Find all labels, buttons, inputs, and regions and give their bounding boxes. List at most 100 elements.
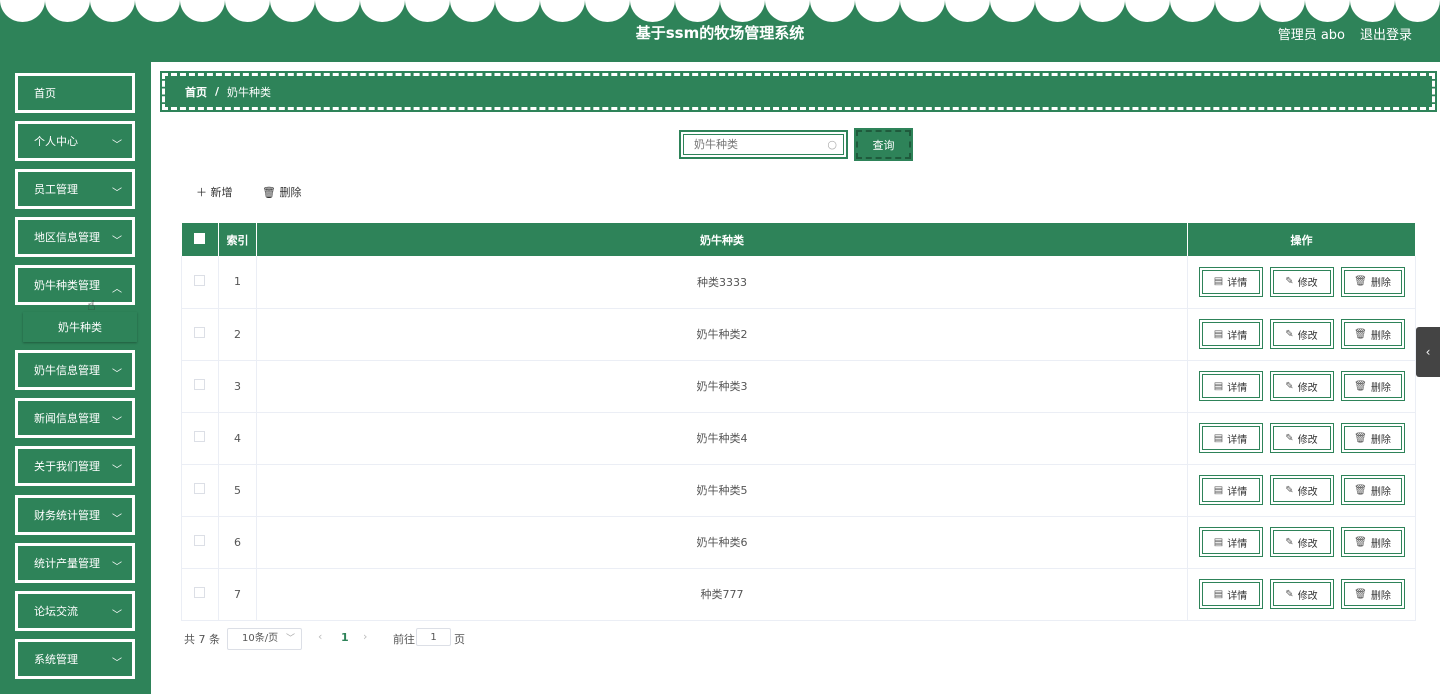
- scallop-shape: [180, 0, 225, 22]
- row-select-cell[interactable]: [181, 256, 219, 309]
- sidebar-item-home[interactable]: 首页: [15, 73, 135, 113]
- select-all-checkbox[interactable]: [194, 232, 206, 244]
- chevron-up-icon: ︿: [112, 284, 122, 295]
- edit-button[interactable]: ✎ 修改: [1269, 579, 1334, 609]
- edit-button[interactable]: ✎ 修改: [1269, 319, 1334, 349]
- add-button[interactable]: ＋ 新增: [196, 184, 233, 200]
- delete-button-inner: 🗑 删除: [1343, 530, 1402, 554]
- delete-button[interactable]: 🗑 删除: [1340, 579, 1405, 609]
- delete-button-inner: 🗑 删除: [1343, 269, 1402, 294]
- select-all-header[interactable]: [181, 223, 219, 256]
- edit-button[interactable]: ✎ 修改: [1269, 371, 1334, 401]
- sidebar-item-region[interactable]: 地区信息管理 ﹀: [15, 217, 135, 257]
- detail-button[interactable]: ▤ 详情: [1198, 423, 1263, 453]
- trash-icon: 🗑: [1354, 536, 1367, 548]
- scallop-shape: [540, 0, 585, 22]
- breadcrumb-current: 奶牛种类: [227, 85, 272, 99]
- detail-button[interactable]: ▤ 详情: [1198, 319, 1263, 349]
- delete-button[interactable]: 🗑 删除: [1340, 423, 1405, 453]
- sidebar-item-output[interactable]: 统计产量管理 ﹀: [15, 543, 135, 583]
- detail-button-inner: ▤ 详情: [1201, 426, 1260, 450]
- scallop-shape: [270, 0, 315, 22]
- detail-button[interactable]: ▤ 详情: [1198, 527, 1263, 557]
- edit-button[interactable]: ✎ 修改: [1269, 423, 1334, 453]
- scallop-shape: [990, 0, 1035, 22]
- delete-button[interactable]: 🗑 删除: [1340, 266, 1405, 297]
- row-checkbox[interactable]: [194, 431, 206, 442]
- sidebar-item-forum[interactable]: 论坛交流 ﹀: [15, 591, 135, 631]
- page-size-select[interactable]: 10条/页 ﹀: [227, 628, 302, 650]
- row-cow-type: 奶牛种类5: [256, 464, 1189, 517]
- edit-label: 修改: [1297, 278, 1318, 290]
- row-checkbox[interactable]: [194, 483, 206, 494]
- row-checkbox[interactable]: [194, 535, 206, 546]
- edit-button-inner: ✎ 修改: [1272, 269, 1331, 294]
- edit-button[interactable]: ✎ 修改: [1269, 527, 1334, 557]
- delete-button[interactable]: 🗑 删除: [1340, 371, 1405, 401]
- chevron-down-icon: ﹀: [112, 658, 122, 669]
- sidebar-subitem-cow-type[interactable]: 奶牛种类: [23, 312, 137, 342]
- row-select-cell[interactable]: [181, 568, 219, 621]
- row-action-group: ▤ 详情 ✎ 修改 🗑 删除: [1188, 579, 1415, 609]
- detail-button[interactable]: ▤ 详情: [1198, 371, 1263, 401]
- edit-pen-icon: ✎: [1285, 432, 1294, 444]
- edit-pen-icon: ✎: [1285, 328, 1294, 340]
- row-select-cell[interactable]: [181, 360, 219, 413]
- document-icon: ▤: [1213, 276, 1224, 288]
- scallop-shape: [630, 0, 675, 22]
- detail-button[interactable]: ▤ 详情: [1198, 266, 1263, 297]
- detail-button[interactable]: ▤ 详情: [1198, 475, 1263, 505]
- row-select-cell[interactable]: [181, 412, 219, 465]
- sidebar-item-staff[interactable]: 员工管理 ﹀: [15, 169, 135, 209]
- sidebar-item-cow-info[interactable]: 奶牛信息管理 ﹀: [15, 350, 135, 390]
- goto-page-input[interactable]: [416, 628, 451, 646]
- sidebar-item-label: 系统管理: [34, 653, 78, 666]
- detail-label: 详情: [1227, 486, 1248, 498]
- plus-icon: ＋: [196, 186, 211, 199]
- document-icon: ▤: [1213, 484, 1224, 496]
- edit-button[interactable]: ✎ 修改: [1269, 475, 1334, 505]
- sidebar-item-about[interactable]: 关于我们管理 ﹀: [15, 446, 135, 486]
- delete-button-inner: 🗑 删除: [1343, 322, 1402, 346]
- row-checkbox[interactable]: [194, 274, 206, 286]
- row-select-cell[interactable]: [181, 308, 219, 361]
- sidebar-item-finance[interactable]: 财务统计管理 ﹀: [15, 495, 135, 535]
- sidebar-item-personal-center[interactable]: 个人中心 ﹀: [15, 121, 135, 161]
- row-checkbox[interactable]: [194, 327, 206, 338]
- header-scallop-decoration: [0, 0, 1440, 22]
- edit-button-inner: ✎ 修改: [1272, 322, 1331, 346]
- delete-button[interactable]: 🗑 删除: [1340, 475, 1405, 505]
- delete-label: 删除: [1370, 590, 1391, 602]
- sidebar-item-cow-type[interactable]: 奶牛种类管理 ︿: [15, 265, 135, 305]
- detail-button-inner: ▤ 详情: [1201, 582, 1260, 606]
- row-checkbox[interactable]: [194, 379, 206, 390]
- row-select-cell[interactable]: [181, 516, 219, 569]
- row-action-group: ▤ 详情 ✎ 修改 🗑 删除: [1188, 371, 1415, 401]
- delete-button[interactable]: 🗑 删除: [1340, 319, 1405, 349]
- detail-button-inner: ▤ 详情: [1201, 374, 1260, 398]
- row-index: 7: [218, 568, 257, 621]
- side-panel-toggle[interactable]: ‹: [1416, 327, 1440, 377]
- prev-page-button[interactable]: ‹: [318, 630, 322, 643]
- document-icon: ▤: [1213, 536, 1224, 548]
- edit-label: 修改: [1297, 330, 1318, 342]
- scallop-shape: [45, 0, 90, 22]
- row-actions: ▤ 详情 ✎ 修改 🗑 删除: [1187, 256, 1416, 309]
- search-input[interactable]: [694, 135, 824, 154]
- delete-button[interactable]: 🗑 删除: [1340, 527, 1405, 557]
- sidebar-item-news[interactable]: 新闻信息管理 ﹀: [15, 398, 135, 438]
- page-number-current[interactable]: 1: [341, 631, 349, 644]
- row-checkbox[interactable]: [194, 587, 206, 598]
- edit-button-inner: ✎ 修改: [1272, 426, 1331, 450]
- edit-label: 修改: [1297, 382, 1318, 394]
- query-button[interactable]: 查询: [854, 128, 913, 161]
- batch-delete-button[interactable]: 🗑 删除: [262, 184, 301, 200]
- detail-button[interactable]: ▤ 详情: [1198, 579, 1263, 609]
- next-page-button[interactable]: ›: [363, 630, 367, 643]
- logout-link[interactable]: 退出登录: [1360, 24, 1412, 43]
- row-index: 1: [218, 256, 257, 309]
- row-select-cell[interactable]: [181, 464, 219, 517]
- breadcrumb-home[interactable]: 首页: [185, 84, 207, 100]
- edit-button[interactable]: ✎ 修改: [1269, 266, 1334, 297]
- sidebar-item-system[interactable]: 系统管理 ﹀: [15, 639, 135, 679]
